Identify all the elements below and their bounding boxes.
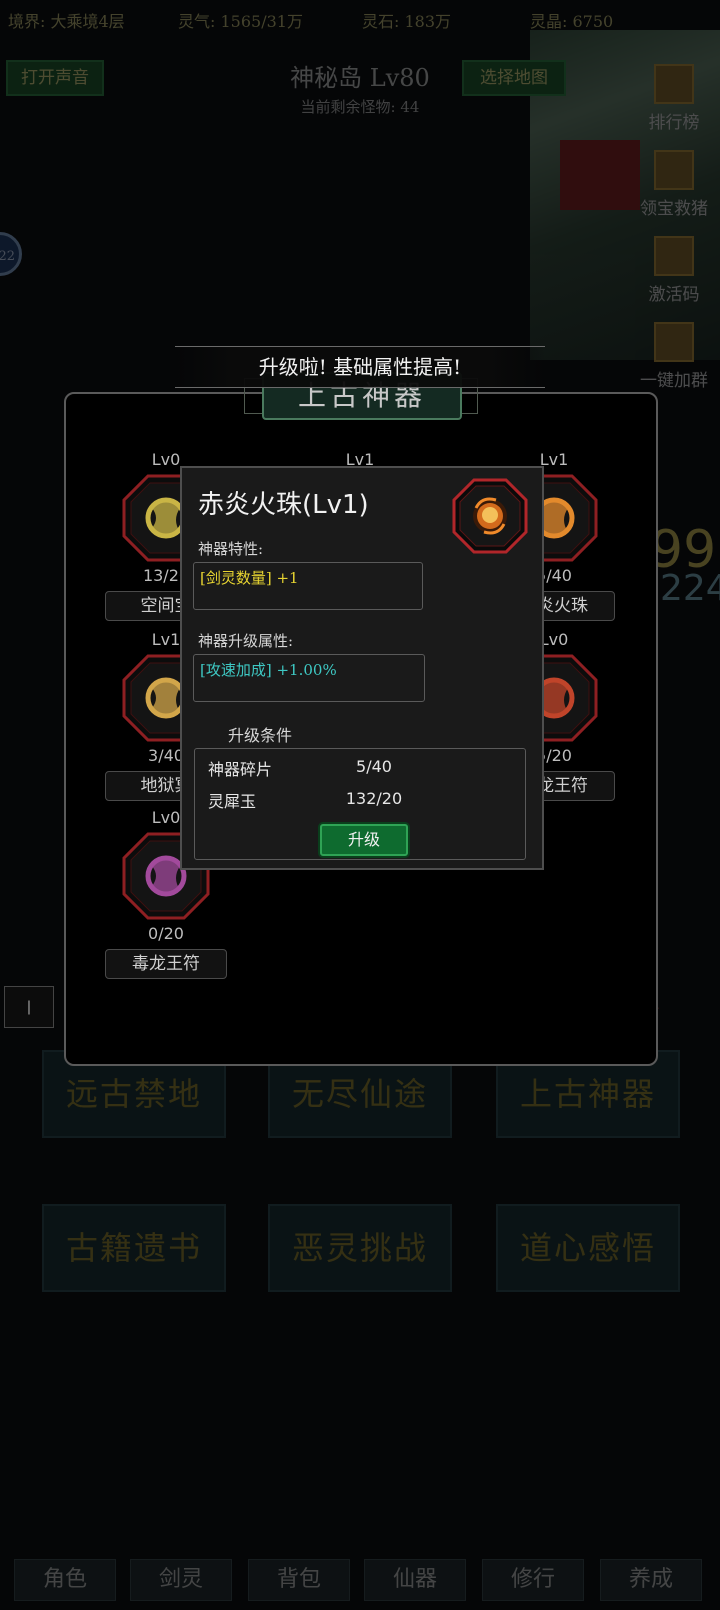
- top-stats-bar: 境界: 大乘境4层 灵气: 1565/31万 灵石: 183万 灵晶: 6750: [0, 6, 720, 32]
- tab-cultivation[interactable]: 修行: [482, 1559, 584, 1601]
- fire-orb-icon: [452, 478, 528, 554]
- upgrade-button[interactable]: 升级: [320, 824, 408, 856]
- trait-box: [剑灵数量] +1: [193, 562, 423, 610]
- trait-value: [剑灵数量] +1: [200, 569, 299, 587]
- left-level-badge[interactable]: 22: [0, 232, 22, 276]
- level-up-banner: 升级啦! 基础属性提高!: [175, 346, 545, 388]
- upgrade-attr-label: 神器升级属性:: [198, 632, 294, 650]
- ranking-button[interactable]: 排行榜: [628, 64, 720, 133]
- menu-button-dao-insight[interactable]: 道心感悟: [496, 1204, 680, 1292]
- map-title: 神秘岛 Lv80: [290, 64, 430, 92]
- join-group-button[interactable]: 一键加群: [628, 322, 720, 391]
- activation-code-label: 激活码: [648, 285, 700, 305]
- activation-code-button[interactable]: 激活码: [628, 236, 720, 305]
- menu-button-evil-challenge[interactable]: 恶灵挑战: [268, 1204, 452, 1292]
- stone-stat: 灵石: 183万: [362, 12, 452, 31]
- upgrade-attr-box: [攻速加成] +1.00%: [193, 654, 425, 702]
- bottom-tab-bar: 角色 剑灵 背包 仙器 修行 养成: [0, 1555, 720, 1605]
- group-icon: [654, 322, 694, 362]
- popup-title: 赤炎火珠(Lv1): [198, 490, 369, 520]
- choose-map-button[interactable]: 选择地图: [462, 60, 566, 96]
- menu-button-ancient-books[interactable]: 古籍遗书: [42, 1204, 226, 1292]
- realm-stat: 境界: 大乘境4层: [8, 12, 125, 31]
- spirit-stat: 灵晶: 6750: [530, 12, 614, 31]
- code-icon: [654, 236, 694, 276]
- side-item2-label: 领宝救猪: [640, 199, 708, 219]
- condition-value-jade: 132/20: [345, 789, 403, 808]
- tab-nurture[interactable]: 养成: [600, 1559, 702, 1601]
- condition-value-fragments: 5/40: [356, 757, 392, 776]
- ranking-icon: [654, 64, 694, 104]
- bg-number-2: 224: [660, 568, 720, 609]
- artifact-fragment-count: 0/20: [148, 924, 184, 943]
- tab-immortal-artifact[interactable]: 仙器: [364, 1559, 466, 1601]
- condition-name-jade: 灵犀玉: [208, 792, 257, 811]
- tab-backpack[interactable]: 背包: [248, 1559, 350, 1601]
- join-group-label: 一键加群: [640, 371, 708, 391]
- sound-toggle-button[interactable]: 打开声音: [6, 60, 104, 96]
- qi-stat: 灵气: 1565/31万: [178, 12, 303, 31]
- tab-character[interactable]: 角色: [14, 1559, 116, 1601]
- panel-scroll-handle[interactable]: |: [4, 986, 54, 1028]
- upgrade-attr-value: [攻速加成] +1.00%: [200, 661, 337, 679]
- ranking-label: 排行榜: [648, 113, 700, 133]
- conditions-label: 升级条件: [228, 726, 293, 745]
- condition-name-fragments: 神器碎片: [208, 760, 273, 779]
- side-item2-button[interactable]: 领宝救猪: [628, 150, 720, 219]
- artifact-name: 毒龙王符: [105, 949, 227, 979]
- remaining-monsters: 当前剩余怪物: 44: [300, 98, 420, 116]
- tab-sword-spirit[interactable]: 剑灵: [130, 1559, 232, 1601]
- gift-icon: [654, 150, 694, 190]
- trait-label: 神器特性:: [198, 540, 264, 558]
